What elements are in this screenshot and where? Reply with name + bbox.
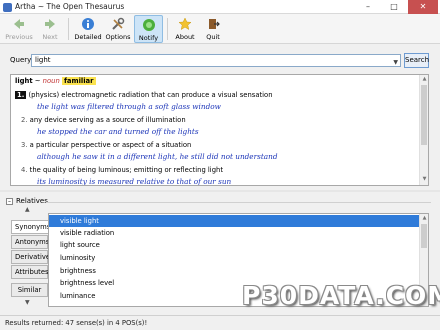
options-label: Options <box>105 33 131 41</box>
query-row: Query light ▼ Search <box>0 53 440 69</box>
notify-button[interactable]: Notify <box>134 15 163 43</box>
sense-definition: a particular perspective or aspect of a … <box>29 141 192 149</box>
relatives-title: Relatives <box>16 197 48 205</box>
tools-icon <box>112 17 125 30</box>
sense-number: 3. <box>21 141 28 149</box>
tab-antonyms[interactable]: Antonyms <box>11 235 49 249</box>
headword-line: light ~ noun familiar <box>15 77 96 85</box>
sense-example: its luminosity is measured relative to t… <box>37 177 232 186</box>
app-icon <box>3 3 12 12</box>
list-item[interactable]: luminosity <box>49 252 419 264</box>
splitter[interactable] <box>0 190 440 192</box>
relatives-header[interactable]: – Relatives <box>6 197 48 205</box>
about-button[interactable]: About <box>172 15 198 43</box>
scroll-up-icon[interactable]: ▲ <box>421 76 428 83</box>
sense-line: 3. a particular perspective or aspect of… <box>21 141 191 149</box>
tabs-scroll-down-icon[interactable]: ▼ <box>25 299 30 306</box>
relatives-divider <box>46 202 431 203</box>
search-button[interactable]: Search <box>404 53 429 68</box>
list-item[interactable]: visible radiation <box>49 227 419 239</box>
tab-synonyms[interactable]: Synonyms <box>11 220 50 234</box>
sense-number: 1. <box>15 91 27 99</box>
sense-example: the light was filtered through a soft gl… <box>37 102 221 111</box>
sense-example: he stopped the car and turned off the li… <box>37 127 199 136</box>
minimize-button[interactable]: – <box>356 0 380 14</box>
next-button[interactable]: Next <box>38 15 62 43</box>
list-item[interactable]: visible light <box>49 215 419 227</box>
detailed-button[interactable]: Detailed <box>73 15 103 43</box>
notify-label: Notify <box>138 34 159 42</box>
scroll-down-icon[interactable]: ▼ <box>421 176 428 183</box>
scroll-thumb[interactable] <box>421 85 427 145</box>
query-input[interactable]: light ▼ <box>31 54 401 67</box>
sense-line: 2. any device serving as a source of ill… <box>21 116 186 124</box>
toolbar-separator <box>68 18 69 40</box>
tabs-scroll-up-icon[interactable]: ▲ <box>25 206 30 213</box>
sense-definition: the quality of being luminous; emitting … <box>29 166 223 174</box>
title-bar: Artha ~ The Open Thesaurus – □ ✕ <box>0 0 440 14</box>
window-title: Artha ~ The Open Thesaurus <box>15 2 125 11</box>
part-of-speech: noun <box>42 77 60 85</box>
list-item[interactable]: brightness <box>49 265 419 277</box>
tab-similar[interactable]: Similar <box>11 283 48 297</box>
tab-derivatives[interactable]: Derivatives <box>11 250 54 264</box>
toolbar: Previous Next Detailed Options Notify Ab… <box>0 14 440 44</box>
forward-arrow-icon <box>45 19 55 29</box>
quit-label: Quit <box>206 33 220 41</box>
sense-line: 1. (physics) electromagnetic radiation t… <box>15 91 273 99</box>
watermark: P30DATA.COM <box>242 281 440 310</box>
query-label: Query <box>10 56 32 64</box>
star-icon <box>178 17 192 31</box>
previous-button[interactable]: Previous <box>4 15 34 43</box>
sense-example: although he saw it in a different light,… <box>37 152 278 161</box>
collapse-icon[interactable]: – <box>6 198 13 205</box>
list-item[interactable]: light source <box>49 239 419 251</box>
sense-definition: (physics) electromagnetic radiation that… <box>28 91 273 99</box>
sense-number: 4. <box>21 166 28 174</box>
results-panel[interactable]: light ~ noun familiar 1. (physics) elect… <box>10 74 429 186</box>
tab-attributes[interactable]: Attributes <box>11 265 49 279</box>
relatives-tabs: ▲ Synonyms Antonyms Derivatives Attribut… <box>11 206 54 309</box>
sense-definition: any device serving as a source of illumi… <box>29 116 186 124</box>
info-icon <box>82 18 94 30</box>
notify-icon <box>142 19 155 31</box>
quit-button[interactable]: Quit <box>202 15 224 43</box>
maximize-button[interactable]: □ <box>382 0 406 14</box>
sense-number: 2. <box>21 116 28 124</box>
scroll-thumb[interactable] <box>421 224 427 248</box>
chevron-down-icon[interactable]: ▼ <box>393 57 398 68</box>
status-bar: Results returned: 47 sense(s) in 4 POS(s… <box>0 315 440 330</box>
back-arrow-icon <box>14 19 24 29</box>
results-scrollbar[interactable]: ▲ ▼ <box>419 75 428 185</box>
status-text: Results returned: 47 sense(s) in 4 POS(s… <box>5 319 148 327</box>
previous-label: Previous <box>5 33 33 41</box>
query-value: light <box>35 56 51 64</box>
toolbar-separator <box>167 18 168 40</box>
synonym-highlight[interactable]: familiar <box>61 77 96 85</box>
about-label: About <box>175 33 195 41</box>
headword-separator: ~ <box>34 77 41 85</box>
options-button[interactable]: Options <box>104 15 132 43</box>
close-button[interactable]: ✕ <box>408 0 438 14</box>
headword: light <box>15 77 33 85</box>
next-label: Next <box>42 33 58 41</box>
exit-door-icon <box>209 19 220 29</box>
scroll-up-icon[interactable]: ▲ <box>421 215 428 222</box>
sense-line: 4. the quality of being luminous; emitti… <box>21 166 223 174</box>
detailed-label: Detailed <box>74 33 102 41</box>
